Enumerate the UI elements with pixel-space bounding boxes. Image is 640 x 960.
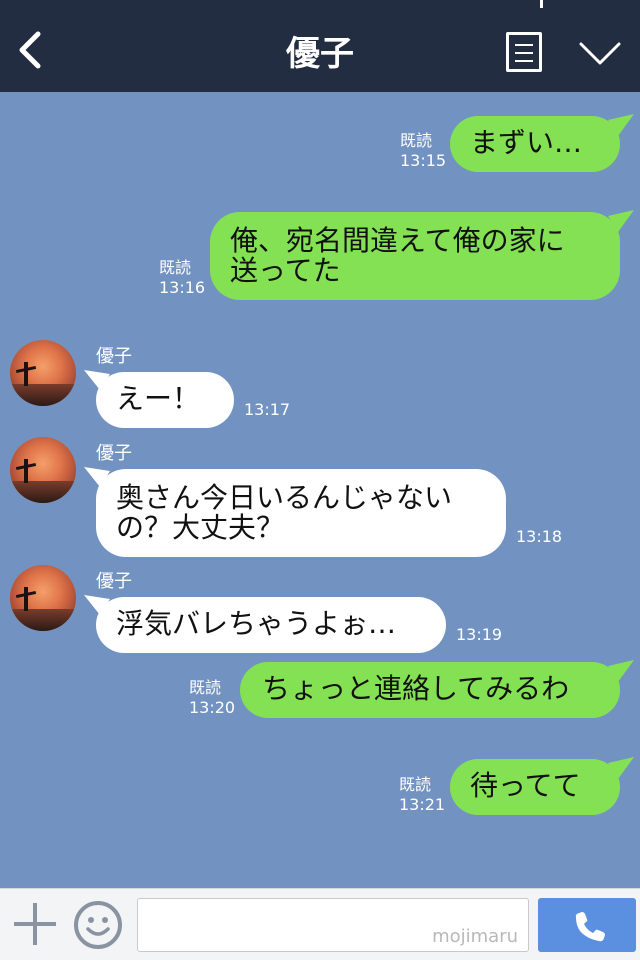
avatar[interactable] <box>10 340 76 406</box>
back-chevron-icon <box>19 31 41 69</box>
back-button[interactable] <box>14 30 44 70</box>
message-text: えー！ <box>116 382 201 415</box>
message-bubble[interactable]: 浮気バレちゃうよぉ… <box>96 597 446 653</box>
message-bubble[interactable]: 奥さん今日いるんじゃない の？大丈夫？ <box>96 469 506 557</box>
message-time: 13:17 <box>244 400 291 419</box>
message-time: 13:16 <box>159 278 206 297</box>
add-attachment-button[interactable] <box>14 903 56 945</box>
chat-area[interactable]: 既読 13:15 まずい… 既読 13:16 俺、宛名間違えて俺の家に 送ってた… <box>0 92 640 888</box>
menu-button[interactable] <box>506 32 542 72</box>
message-text: 待ってて <box>470 769 581 802</box>
read-receipt: 既読 <box>400 131 433 150</box>
message-bubble[interactable]: えー！ <box>96 372 234 428</box>
message-meta: 既読 13:15 <box>400 131 446 171</box>
bubble-tail <box>608 757 634 779</box>
message-time: 13:20 <box>189 698 236 717</box>
message-bubble[interactable]: 俺、宛名間違えて俺の家に 送ってた <box>210 212 620 300</box>
message-text: 浮気バレちゃうよぉ… <box>116 607 397 640</box>
message-row: 優子 浮気バレちゃうよぉ… 13:19 <box>0 563 640 658</box>
message-text-line: 俺、宛名間違えて俺の家に <box>230 224 565 257</box>
message-meta: 既読 13:16 <box>159 258 205 298</box>
chat-title: 優子 <box>286 34 354 74</box>
message-time: 13:18 <box>516 527 563 546</box>
message-text-line: 奥さん今日いるんじゃない <box>116 481 453 514</box>
message-meta: 既読 13:20 <box>189 678 235 718</box>
message-row: 優子 奥さん今日いるんじゃない の？大丈夫？ 13:18 <box>0 435 640 560</box>
message-meta: 既読 13:21 <box>399 775 445 815</box>
message-text-line: の？大丈夫？ <box>116 511 285 544</box>
sender-name: 優子 <box>96 346 132 367</box>
message-text: まずい… <box>470 126 583 159</box>
message-text-line: 送ってた <box>230 254 341 287</box>
message-time: 13:21 <box>399 795 446 814</box>
avatar[interactable] <box>10 437 76 503</box>
avatar[interactable] <box>10 565 76 631</box>
expand-button[interactable] <box>578 40 622 68</box>
message-input[interactable]: mojimaru <box>137 898 529 952</box>
read-receipt: 既読 <box>399 775 432 794</box>
message-bubble[interactable]: 待ってて <box>450 759 620 815</box>
message-row: 既読 13:20 ちょっと連絡してみるわ <box>0 660 640 722</box>
message-time: 13:19 <box>456 625 503 644</box>
message-composer: mojimaru <box>0 888 640 960</box>
read-receipt: 既読 <box>159 258 192 277</box>
sender-name: 優子 <box>96 571 132 592</box>
chat-header: 優子 <box>0 0 640 92</box>
chevron-down-icon <box>579 42 621 65</box>
message-row: 優子 えー！ 13:17 <box>0 338 640 433</box>
message-bubble[interactable]: ちょっと連絡してみるわ <box>240 662 620 718</box>
message-row: 既読 13:15 まずい… <box>0 114 640 174</box>
message-text: ちょっと連絡してみるわ <box>262 672 570 705</box>
phone-icon <box>575 912 605 942</box>
read-receipt: 既読 <box>189 678 222 697</box>
bubble-tail <box>608 114 634 136</box>
emoji-button[interactable] <box>74 901 122 949</box>
message-bubble[interactable]: まずい… <box>450 116 620 172</box>
watermark: mojimaru <box>432 926 518 947</box>
emoji-icon <box>86 917 110 936</box>
call-button[interactable] <box>538 898 636 952</box>
sender-name: 優子 <box>96 443 132 464</box>
message-row: 既読 13:21 待ってて <box>0 757 640 819</box>
message-row: 既読 13:16 俺、宛名間違えて俺の家に 送ってた <box>0 210 640 302</box>
status-indicator <box>540 0 543 8</box>
bubble-tail <box>608 660 634 682</box>
message-time: 13:15 <box>400 151 447 170</box>
bubble-tail <box>608 210 634 232</box>
